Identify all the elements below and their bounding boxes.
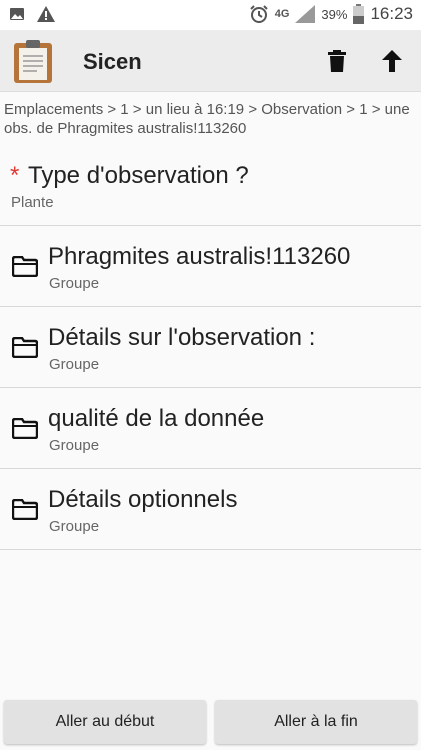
required-marker: * [10, 162, 20, 189]
folder-icon [12, 256, 38, 277]
battery-percent: 39% [321, 6, 348, 22]
folder-icon [12, 418, 38, 439]
arrow-up-icon [382, 50, 402, 72]
alarm-icon [250, 5, 268, 23]
group-subtitle: Groupe [49, 275, 100, 292]
group-title: qualité de la donnée [48, 405, 265, 432]
battery-icon [353, 4, 365, 24]
question-label: Type d'observation ? [28, 162, 249, 189]
group-title: Détails optionnels [48, 486, 238, 513]
app-bar: Sicen [0, 30, 421, 92]
clipboard-logo-icon [14, 40, 52, 83]
folder-icon [12, 499, 38, 520]
group-item[interactable]: Phragmites australis!113260 Groupe [0, 226, 421, 307]
signal-icon [295, 5, 316, 23]
group-item[interactable]: Détails sur l'observation : Groupe [0, 307, 421, 388]
go-to-end-button[interactable]: Aller à la fin [215, 700, 417, 744]
delete-icon [328, 50, 346, 72]
group-subtitle: Groupe [49, 518, 100, 535]
status-bar: 4G 39% 16:23 [0, 0, 421, 30]
navigate-up-button[interactable] [378, 47, 406, 75]
question-row[interactable]: * Type d'observation ? Plante [0, 150, 421, 226]
group-subtitle: Groupe [49, 356, 100, 373]
group-title: Phragmites australis!113260 [48, 243, 351, 270]
question-value: Plante [11, 194, 54, 211]
status-time: 16:23 [370, 4, 413, 23]
group-item[interactable]: Détails optionnels Groupe [0, 469, 421, 550]
group-item[interactable]: qualité de la donnée Groupe [0, 388, 421, 469]
group-title: Détails sur l'observation : [48, 324, 316, 351]
go-to-start-button[interactable]: Aller au début [4, 700, 206, 744]
folder-icon [12, 337, 38, 358]
network-type: 4G [274, 8, 290, 20]
warning-icon [37, 6, 55, 22]
app-title: Sicen [83, 49, 142, 74]
breadcrumb: Emplacements > 1 > un lieu à 16:19 > Obs… [4, 101, 410, 137]
image-icon [10, 8, 24, 20]
group-subtitle: Groupe [49, 437, 100, 454]
delete-button[interactable] [323, 47, 351, 75]
